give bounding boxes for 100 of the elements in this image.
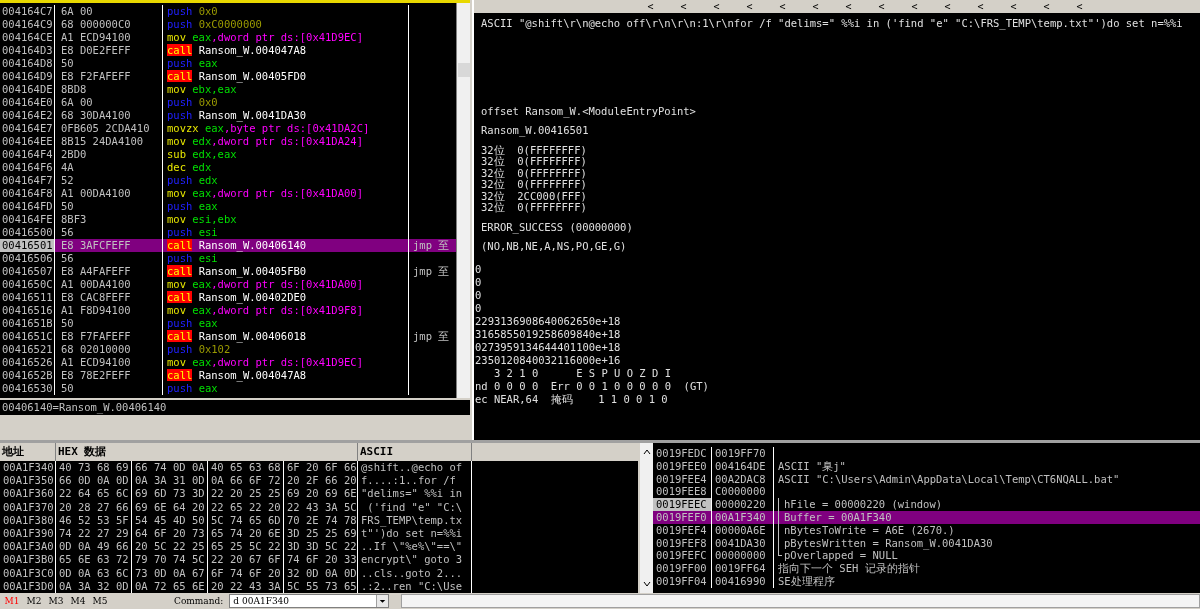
hex-cell: 22 20 67 6F xyxy=(208,553,284,567)
scrollbar[interactable] xyxy=(640,443,653,593)
hex-cell: 64 6F 20 73 xyxy=(132,526,208,541)
value-cell: 004164DE xyxy=(712,459,774,473)
ascii-cell: ..cls..goto 2... xyxy=(358,566,472,580)
disassembly-row[interactable]: 004164FE 8BF3 mov esi,ebx xyxy=(0,213,456,226)
nav-button[interactable]: < xyxy=(799,0,832,13)
nav-button[interactable]: < xyxy=(832,0,865,13)
stack-row[interactable]: 0019FEFC 00000000 pOverlapped = NULL xyxy=(653,549,1200,563)
caret-icon[interactable] xyxy=(376,595,389,607)
memory-tab[interactable]: M5 xyxy=(92,596,114,606)
fpu-line: 0 xyxy=(474,275,483,289)
memory-tab[interactable]: M3 xyxy=(48,596,70,606)
disassembly-row[interactable]: 00416501 E8 3AFCFEFF call Ransom_W.00406140 jmp 至 xyxy=(0,239,456,252)
scrollbar[interactable] xyxy=(456,3,470,398)
address-cell: 004164D8 xyxy=(0,57,55,70)
address-cell: 00A1F3B0 xyxy=(0,553,56,567)
disassembly-row[interactable]: 004164C9 68 000000C0 push 0xC0000000 xyxy=(0,18,456,31)
hex-cell: 73 0D 0A 67 xyxy=(132,566,208,580)
address-cell: 0041650C xyxy=(0,278,55,291)
disassembly-row[interactable]: 004164C7 6A 00 push 0x0 xyxy=(0,5,456,18)
hex-cell: 20 2F 66 20 xyxy=(284,474,358,488)
disassembly-row[interactable]: 00416511 E8 CAC8FEFF call Ransom_W.00402DE0 xyxy=(0,291,456,304)
stack-row[interactable]: 0019FEDC 0019FF70 xyxy=(653,447,1200,460)
fpu-line: 0273959134644401100e+18 xyxy=(474,340,622,354)
register-line: Ransom_W.00416501 xyxy=(480,125,590,137)
nav-button[interactable]: < xyxy=(667,0,700,13)
instruction-cell: mov eax,dword ptr ds:[0x41DA00] xyxy=(163,187,409,200)
disassembly-row[interactable]: 004164E2 68 30DA4100 push Ransom_W.0041DA30 xyxy=(0,109,456,122)
nav-button[interactable]: < xyxy=(700,0,733,13)
nav-button[interactable]: < xyxy=(964,0,997,13)
hex-cell: 65 6E 63 72 xyxy=(56,553,132,567)
memory-tab[interactable]: M2 xyxy=(26,596,48,606)
disassembly-row[interactable]: 004164F7 52 push edx xyxy=(0,174,456,187)
nav-button[interactable]: < xyxy=(931,0,964,13)
fpu-line: 3165855019258609840e+18 xyxy=(474,327,622,341)
disassembly-row[interactable]: 004164E0 6A 00 push 0x0 xyxy=(0,96,456,109)
hex-cell: 0D 0A 63 6C xyxy=(56,566,132,580)
disassembly-row[interactable]: 004164D9 E8 F2FAFEFF call Ransom_W.00405FD0 xyxy=(0,70,456,83)
address-cell: 004164FD xyxy=(0,200,55,213)
address-cell: 0019FEE4 xyxy=(653,472,712,486)
disassembly-row[interactable]: 004164F6 4A dec edx xyxy=(0,161,456,174)
column-header[interactable]: HEX 数据 xyxy=(56,443,358,461)
scroll-down-icon[interactable] xyxy=(642,581,651,587)
nav-button[interactable]: < xyxy=(865,0,898,13)
disassembly-row[interactable]: 0041652B E8 78E2FEFF call Ransom_W.004047A8 xyxy=(0,369,456,382)
disassembly-row[interactable]: 004164FD 50 push eax xyxy=(0,200,456,213)
disassembly-row[interactable]: 00416507 E8 A4FAFEFF call Ransom_W.00405FB0 jmp 至 xyxy=(0,265,456,278)
disassembly-row[interactable]: 004164EE 8B15 24DA4100 mov edx,dword ptr ds:[0x41DA24] xyxy=(0,135,456,148)
address-cell: 0041652B xyxy=(0,369,55,382)
nav-button[interactable]: < xyxy=(898,0,931,13)
comment-cell: pBytesWritten = Ransom_W.0041DA30 xyxy=(774,536,1200,550)
disassembly-row[interactable]: 00416516 A1 F8D94100 mov eax,dword ptr ds:[0x41D9F8] xyxy=(0,304,456,317)
hex-cell: 50 xyxy=(55,382,163,395)
hex-cell: 22 20 25 25 xyxy=(208,487,284,501)
instruction-cell: dec edx xyxy=(163,161,409,174)
address-cell: 004164E2 xyxy=(0,109,55,122)
hex-cell: A1 ECD94100 xyxy=(55,356,163,369)
instruction-cell: push eax xyxy=(163,200,409,213)
disassembly-row[interactable]: 0041651C E8 F7FAFEFF call Ransom_W.00406018 jmp 至 xyxy=(0,330,456,343)
hex-cell: 2BD0 xyxy=(55,148,163,161)
disassembly-row[interactable]: 00416521 68 02010000 push 0x102 xyxy=(0,343,456,356)
column-header[interactable]: 地址 xyxy=(0,443,56,461)
stack-row[interactable]: 0019FF04 00416990 SE处理程序 xyxy=(653,574,1200,588)
nav-button[interactable]: < xyxy=(733,0,766,13)
nav-button[interactable]: < xyxy=(766,0,799,13)
command-field[interactable]: d 00A1F340 xyxy=(229,594,390,608)
stack-row[interactable]: 0019FEF4 00000A6E nBytesToWrite = A6E (2670.) xyxy=(653,523,1200,537)
nav-button[interactable]: < xyxy=(1030,0,1063,13)
address-cell: 004164DE xyxy=(0,83,55,96)
nav-button[interactable]: < xyxy=(634,0,667,13)
nav-button[interactable]: < xyxy=(1063,0,1096,13)
register-line: 32位 0(FFFFFFFF) xyxy=(480,144,588,156)
memory-tab[interactable]: M4 xyxy=(70,596,92,606)
hex-cell: 65 25 5C 22 xyxy=(208,540,284,554)
comment-cell-text: 指向下一个 SEH 记录的指针 xyxy=(777,562,921,575)
disassembly-row[interactable]: 004164E7 0FB605 2CDA410 movzx eax,byte ptr ds:[0x41DA2C] xyxy=(0,122,456,135)
disassembly-row[interactable]: 004164DE 8BD8 mov ebx,eax xyxy=(0,83,456,96)
disassembly-row[interactable]: 004164F4 2BD0 sub edx,eax xyxy=(0,148,456,161)
hex-cell: A1 00DA4100 xyxy=(55,278,163,291)
hex-cell: 56 xyxy=(55,252,163,265)
address-cell: 004164E7 xyxy=(0,122,55,135)
stack-row[interactable]: 0019FEF0 00A1F340 Buffer = 00A1F340 xyxy=(653,511,1200,524)
address-cell: 004164C7 xyxy=(0,5,55,18)
stack-row[interactable]: 0019FEE0 004164DE ASCII "臬j" xyxy=(653,459,1200,473)
hex-cell: E8 D0E2FEFF xyxy=(55,44,163,57)
register-line: (NO,NB,NE,A,NS,PO,GE,G) xyxy=(480,241,628,253)
nav-button[interactable]: < xyxy=(997,0,1030,13)
disassembly-row[interactable]: 004164F8 A1 00DA4100 mov eax,dword ptr ds:[0x41DA00] xyxy=(0,187,456,200)
hex-cell: 20 28 27 66 xyxy=(56,500,132,514)
stack-row[interactable]: 0019FEE4 00A2DAC8 ASCII "C:\Users\Admin\AppData\Local\Temp\CT6NQALL.bat" xyxy=(653,472,1200,486)
disassembly-row[interactable]: 004164D3 E8 D0E2FEFF call Ransom_W.004047A8 xyxy=(0,44,456,57)
input-field[interactable] xyxy=(401,594,1200,608)
instruction-cell: mov esi,ebx xyxy=(163,213,409,226)
stack-row[interactable]: 0019FEF8 0041DA30 pBytesWritten = Ransom_W.0041DA30 xyxy=(653,536,1200,550)
disassembly-row[interactable]: 00416530 50 push eax xyxy=(0,382,456,395)
hex-cell: 74 6F 20 33 xyxy=(284,553,358,567)
address-cell: 0019FEF4 xyxy=(653,523,712,537)
stack-row[interactable]: 0019FF00 0019FF64 指向下一个 SEH 记录的指针 xyxy=(653,562,1200,575)
scroll-up-icon[interactable] xyxy=(642,449,651,455)
